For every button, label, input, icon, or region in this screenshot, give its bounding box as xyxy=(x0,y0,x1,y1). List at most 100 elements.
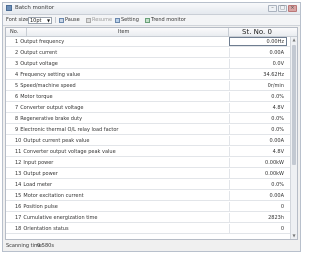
row-value: 0.00A xyxy=(269,50,284,56)
row-item-label: 2 Output current xyxy=(15,50,57,56)
row-item-label: 9 Electronic thermal O/L relay load facto… xyxy=(15,127,118,133)
header-no: No. xyxy=(10,29,19,35)
setting-icon xyxy=(115,17,120,23)
row-number: 14 xyxy=(15,182,22,188)
window-title: Batch monitor xyxy=(15,5,55,11)
header-station: St. No. 0 xyxy=(242,28,272,36)
row-value: 0.0% xyxy=(271,127,284,133)
row-value: 0r/min xyxy=(267,83,284,89)
font-size-select[interactable]: 10pt ▼ xyxy=(28,16,52,24)
table-header: No. Item St. No. 0 xyxy=(6,28,297,37)
row-item-label: 3 Output voltage xyxy=(15,61,58,67)
row-item-text: Regenerative brake duty xyxy=(20,116,83,122)
table-row[interactable]: 9 Electronic thermal O/L relay load facto… xyxy=(6,125,290,135)
row-item-text: Electronic thermal O/L relay load factor xyxy=(20,127,119,133)
table-row[interactable]: 5 Speed/machine speed 0r/min xyxy=(6,81,290,91)
minimize-icon: – xyxy=(271,5,274,11)
table-row[interactable]: 15 Motor excitation current 0.00A xyxy=(6,191,290,201)
table-row[interactable]: 17 Cumulative energization time 2823h xyxy=(6,213,290,223)
row-value: 34.62Hz xyxy=(263,72,284,78)
table-row[interactable]: 2 Output current 0.00A xyxy=(6,48,290,58)
table-row[interactable]: 8 Regenerative brake duty 0.0% xyxy=(6,114,290,124)
scroll-thumb[interactable] xyxy=(292,45,296,165)
scroll-down-icon[interactable]: ▼ xyxy=(291,233,297,239)
trend-monitor-button[interactable]: Trend monitor xyxy=(145,17,186,24)
table-row[interactable]: 14 Load meter 0.0% xyxy=(6,180,290,190)
row-item-label: 1 Output frequency xyxy=(15,39,64,45)
row-value: 0.00kW xyxy=(265,160,284,166)
scanning-time-value: 0.580s xyxy=(37,243,54,249)
row-item-text: Output current peak value xyxy=(23,138,90,144)
app-icon xyxy=(6,5,12,11)
row-item-label: 5 Speed/machine speed xyxy=(15,83,76,89)
row-number: 5 xyxy=(15,83,19,89)
row-item-label: 7 Converter output voltage xyxy=(15,105,83,111)
row-value: 0.0% xyxy=(271,116,284,122)
row-value: 0.0% xyxy=(271,182,284,188)
row-item-text: Output current xyxy=(20,50,58,56)
monitor-table: No. Item St. No. 0 1 Output frequency 0.00… xyxy=(5,27,298,240)
row-item-label: 10 Output current peak value xyxy=(15,138,89,144)
row-item-label: 18 Orientation status xyxy=(15,226,69,232)
row-number: 11 xyxy=(15,149,22,155)
row-item-text: Position pulse xyxy=(23,204,58,210)
table-row[interactable]: 10 Output current peak value 0.00A xyxy=(6,136,290,146)
row-item-text: Output voltage xyxy=(20,61,58,67)
row-value: 0.0% xyxy=(271,94,284,100)
row-item-text: Orientation status xyxy=(23,226,69,232)
row-item-label: 13 Output power xyxy=(15,171,58,177)
table-row[interactable]: 1 Output frequency 0.00Hz xyxy=(6,37,290,47)
maximize-icon: □ xyxy=(280,5,285,11)
row-value: 2823h xyxy=(268,215,284,221)
row-item-text: Converter output voltage xyxy=(20,105,84,111)
row-number: 2 xyxy=(15,50,19,56)
close-icon: × xyxy=(290,5,295,11)
table-row[interactable]: 3 Output voltage 0.0V xyxy=(6,59,290,69)
row-item-label: 4 Frequency setting value xyxy=(15,72,80,78)
row-item-label: 11 Converter output voltage peak value xyxy=(15,149,116,155)
vertical-scrollbar[interactable]: ▲ ▼ xyxy=(290,37,297,239)
row-number: 12 xyxy=(15,160,22,166)
chevron-down-icon: ▼ xyxy=(46,17,51,23)
table-row[interactable]: 11 Converter output voltage peak value 4.8… xyxy=(6,147,290,157)
scroll-up-icon[interactable]: ▲ xyxy=(291,37,297,43)
trend-monitor-label: Trend monitor xyxy=(151,17,186,23)
row-value: 0.0V xyxy=(272,61,284,67)
table-row[interactable]: 6 Motor torque 0.0% xyxy=(6,92,290,102)
setting-label: Setting xyxy=(121,17,139,23)
row-item-text: Converter output voltage peak value xyxy=(23,149,116,155)
font-size-label: Font size xyxy=(6,17,29,23)
table-row[interactable]: 4 Frequency setting value 34.62Hz xyxy=(6,70,290,80)
row-item-label: 16 Position pulse xyxy=(15,204,58,210)
pause-button[interactable]: Pause xyxy=(59,17,80,24)
resume-label: Resume xyxy=(92,17,113,23)
row-value: 0.00Hz xyxy=(266,39,284,45)
pause-icon xyxy=(59,17,64,23)
row-item-text: Motor excitation current xyxy=(23,193,84,199)
row-value: 4.8V xyxy=(272,149,284,155)
row-item-text: Speed/machine speed xyxy=(20,83,76,89)
table-row[interactable]: 13 Output power 0.00kW xyxy=(6,169,290,179)
table-row[interactable]: 7 Converter output voltage 4.8V xyxy=(6,103,290,113)
row-item-text: Motor torque xyxy=(20,94,53,100)
table-row[interactable]: 18 Orientation status 0 xyxy=(6,224,290,234)
row-number: 13 xyxy=(15,171,22,177)
row-item-text: Load meter xyxy=(23,182,52,188)
table-row[interactable]: 12 Input power 0.00kW xyxy=(6,158,290,168)
row-item-label: 12 Input power xyxy=(15,160,53,166)
minimize-button[interactable]: – xyxy=(268,5,277,12)
pause-label: Pause xyxy=(65,17,80,23)
row-number: 7 xyxy=(15,105,19,111)
header-divider xyxy=(26,28,27,36)
setting-button[interactable]: Setting xyxy=(115,17,139,24)
row-value: 4.8V xyxy=(272,105,284,111)
status-bar: Scanning time: 0.580s xyxy=(5,241,298,250)
row-value: 0.00A xyxy=(269,138,284,144)
maximize-button[interactable]: □ xyxy=(278,5,287,12)
row-item-label: 17 Cumulative energization time xyxy=(15,215,98,221)
resume-button[interactable]: Resume xyxy=(86,17,112,24)
title-bar: Batch monitor – □ × xyxy=(3,3,300,15)
row-number: 18 xyxy=(15,226,22,232)
table-row[interactable]: 16 Position pulse 0 xyxy=(6,202,290,212)
close-button[interactable]: × xyxy=(288,5,297,12)
